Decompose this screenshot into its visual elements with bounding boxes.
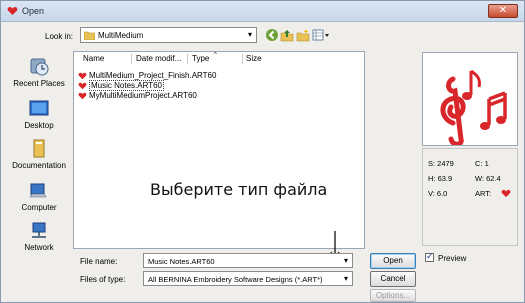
design-height: H: 63.9	[428, 174, 453, 183]
close-button[interactable]: ✕	[488, 4, 518, 18]
desktop-icon	[29, 100, 49, 116]
place-computer[interactable]: Computer	[7, 181, 71, 212]
options-button[interactable]: Options...	[370, 289, 416, 302]
stitch-count: S: 2479	[428, 159, 454, 168]
files-of-type-dropdown[interactable]: All BERNINA Embroidery Software Designs …	[143, 271, 353, 286]
preview-checkbox[interactable]: ✓	[425, 251, 434, 262]
column-header-name[interactable]: Name	[83, 54, 104, 63]
chevron-down-icon: ▾	[343, 274, 348, 283]
art-label: ART:	[475, 189, 492, 198]
place-label: Network	[24, 243, 54, 252]
file-name: Music Notes.ART60	[89, 80, 164, 91]
open-button[interactable]: Open	[370, 253, 416, 269]
place-recent-places[interactable]: Recent Places	[7, 57, 71, 88]
art-file-icon	[78, 92, 87, 100]
computer-icon	[29, 183, 47, 198]
color-count: C: 1	[475, 159, 489, 168]
documentation-icon	[33, 139, 45, 158]
column-header-size[interactable]: Size	[246, 54, 262, 63]
column-divider	[131, 54, 132, 64]
sort-arrow-icon: ^	[214, 52, 217, 58]
place-label: Recent Places	[13, 79, 65, 88]
column-divider	[187, 54, 188, 64]
annotation-caption: Выберите тип файла	[150, 180, 328, 199]
files-of-type-label: Files of type:	[80, 275, 126, 284]
place-label: Computer	[21, 203, 57, 212]
file-list[interactable]: Name Date modif... Type ^ Size MultiMedi…	[73, 51, 365, 249]
files-of-type-value: All BERNINA Embroidery Software Designs …	[148, 275, 323, 284]
recent-places-icon	[30, 58, 49, 76]
up-folder-icon[interactable]	[280, 28, 294, 42]
column-header-type[interactable]: Type	[192, 54, 209, 63]
place-network[interactable]: Network	[7, 221, 71, 252]
folder-icon	[84, 31, 95, 40]
look-in-dropdown[interactable]: MultiMedium ▾	[80, 27, 257, 43]
file-name-label: File name:	[80, 257, 118, 266]
design-version: V: 6.0	[428, 189, 448, 198]
cancel-button[interactable]: Cancel	[370, 271, 416, 287]
places-bar: Recent Places Desktop Documentation Comp…	[7, 51, 71, 263]
new-folder-icon[interactable]	[296, 28, 310, 42]
art-heart-icon	[501, 189, 511, 198]
open-dialog: Open ✕ Look in: MultiMedium ▾ Recent Pla…	[0, 0, 525, 303]
file-name: MyMultiMediumProject.ART60	[89, 91, 197, 100]
network-icon	[32, 222, 46, 238]
look-in-label: Look in:	[45, 32, 74, 41]
window-title: Open	[22, 6, 45, 16]
chevron-down-icon[interactable]: ▾	[344, 256, 348, 265]
place-label: Documentation	[12, 161, 66, 170]
look-in-value: MultiMedium	[98, 31, 144, 40]
chevron-down-icon: ▾	[247, 30, 252, 39]
art-file-icon	[78, 82, 87, 90]
column-header-date[interactable]: Date modif...	[136, 54, 181, 63]
file-name: MultiMedium_Project_Finish.ART60	[89, 71, 217, 80]
design-width: W: 62.4	[475, 174, 501, 183]
file-name-value: Music Notes.ART60	[148, 257, 215, 266]
preview-label: Preview	[438, 254, 467, 263]
checkmark-icon: ✓	[426, 251, 434, 261]
close-icon: ✕	[498, 5, 508, 16]
music-notes-preview-icon	[440, 69, 507, 147]
place-desktop[interactable]: Desktop	[7, 99, 71, 130]
preview-pane	[422, 52, 518, 147]
view-menu-icon[interactable]	[312, 28, 330, 42]
file-name-input[interactable]: Music Notes.ART60 ▾	[143, 253, 353, 268]
title-bar: Open ✕	[1, 1, 524, 22]
place-label: Desktop	[24, 121, 54, 130]
file-row[interactable]: MyMultiMediumProject.ART60	[78, 91, 197, 102]
design-info-panel: S: 2479 C: 1 H: 63.9 W: 62.4 V: 6.0 ART:	[422, 148, 518, 246]
bernina-app-icon	[7, 7, 18, 15]
back-icon[interactable]	[265, 28, 279, 42]
art-file-icon	[78, 72, 87, 80]
column-divider	[242, 54, 243, 64]
place-documentation[interactable]: Documentation	[7, 139, 71, 170]
